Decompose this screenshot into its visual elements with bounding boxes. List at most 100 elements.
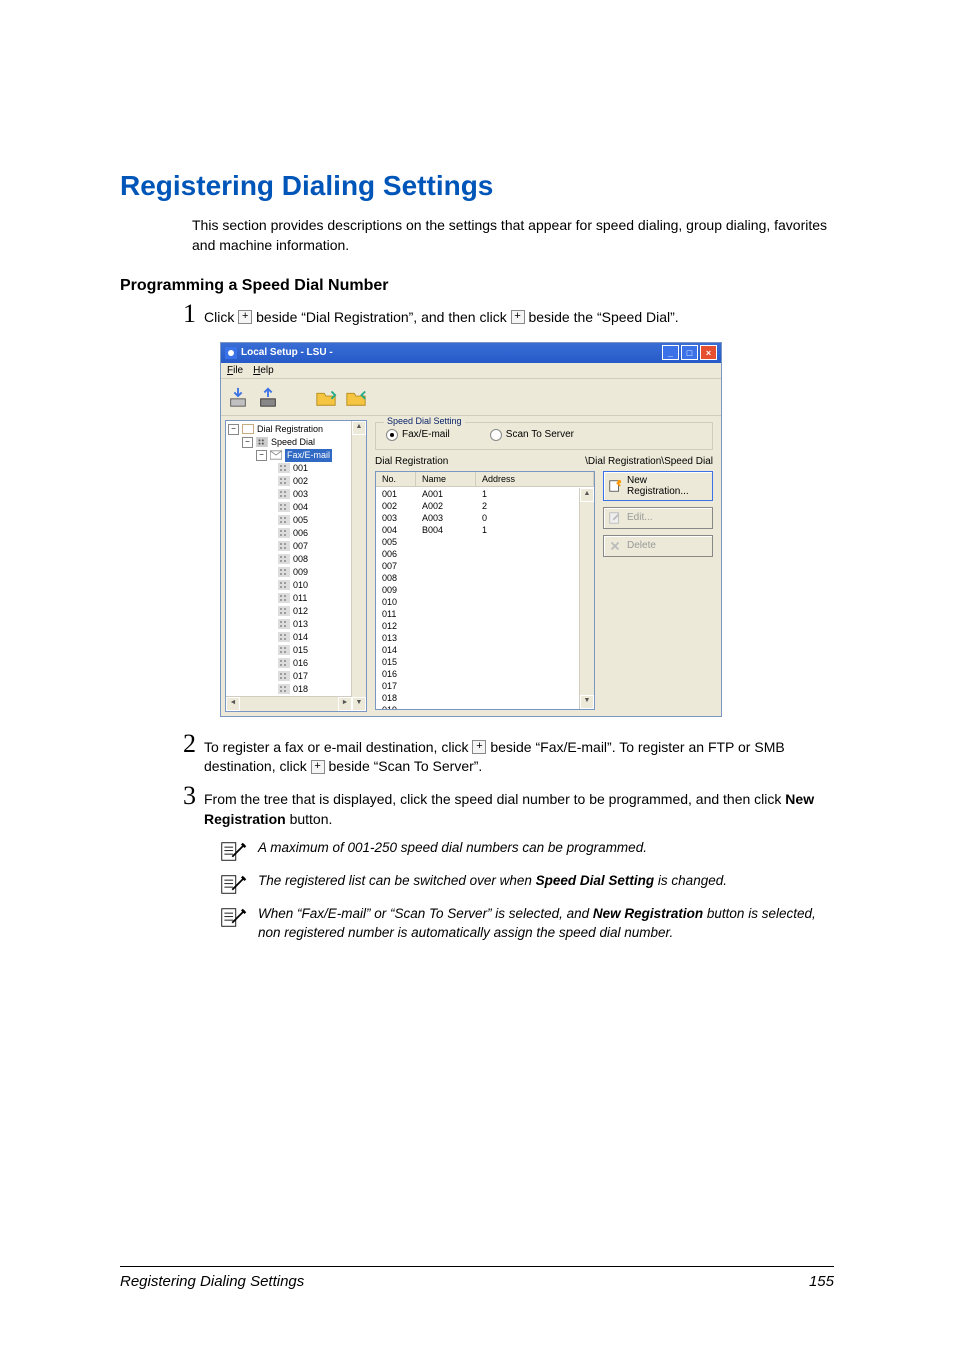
tree-fax-email[interactable]: − Fax/E-mail [228,449,364,462]
cell-no: 013 [376,632,416,644]
tree-item[interactable]: 013 [228,618,364,631]
scroll-down-icon[interactable]: ▼ [352,697,366,711]
download-to-device-icon[interactable] [227,386,249,408]
menu-file[interactable]: File [227,365,243,376]
vertical-scrollbar[interactable]: ▲ ▼ [351,421,366,711]
collapse-icon[interactable]: − [228,424,239,435]
tree-item[interactable]: 005 [228,514,364,527]
list-row[interactable]: 014 [376,644,580,656]
list-row[interactable]: 015 [376,656,580,668]
cell-address: 2 [476,500,580,512]
column-name[interactable]: Name [416,472,476,486]
list-row[interactable]: 012 [376,620,580,632]
folder-in-icon[interactable] [345,386,367,408]
menu-help[interactable]: Help [253,365,274,376]
scroll-up-icon[interactable]: ▲ [352,421,366,435]
cell-no: 008 [376,572,416,584]
list-row[interactable]: 003A0030 [376,512,580,524]
minimize-button[interactable]: _ [662,345,679,360]
text-fragment: From the tree that is displayed, click t… [204,791,785,807]
list-row[interactable]: 017 [376,680,580,692]
tree-item[interactable]: 004 [228,501,364,514]
scroll-left-icon[interactable]: ◄ [226,697,240,711]
collapse-icon[interactable]: − [256,450,267,461]
tree-item[interactable]: 002 [228,475,364,488]
tree-speed-dial[interactable]: − Speed Dial [228,436,364,449]
list-row[interactable]: 002A0022 [376,500,580,512]
tree-item[interactable]: 017 [228,670,364,683]
cell-name [416,644,476,656]
note-text: The registered list can be switched over… [258,872,834,891]
new-registration-button[interactable]: New Registration... [603,471,713,501]
cell-name [416,584,476,596]
cell-no: 012 [376,620,416,632]
tree-item[interactable]: 015 [228,644,364,657]
scroll-down-icon[interactable]: ▼ [580,695,594,709]
list-row[interactable]: 019 [376,704,580,709]
list-row[interactable]: 004B0041 [376,524,580,536]
tree-item[interactable]: 003 [228,488,364,501]
cell-address: 0 [476,512,580,524]
list-row[interactable]: 005 [376,536,580,548]
cell-address [476,704,580,709]
scroll-up-icon[interactable]: ▲ [580,488,594,502]
upload-from-device-icon[interactable] [257,386,279,408]
horizontal-scrollbar[interactable]: ◄ ► [226,696,352,711]
radio-fax-email[interactable]: Fax/E-mail [386,429,450,441]
cell-no: 014 [376,644,416,656]
tree-item-label: 006 [293,527,308,540]
tree-item[interactable]: 014 [228,631,364,644]
scroll-right-icon[interactable]: ► [338,697,352,711]
radio-label: Scan To Server [506,429,574,440]
list-row[interactable]: 001A0011 [376,488,580,500]
tree-item[interactable]: 006 [228,527,364,540]
note-text: A maximum of 001-250 speed dial numbers … [258,839,834,858]
cell-name [416,572,476,584]
list-row[interactable]: 009 [376,584,580,596]
tree-item[interactable]: 016 [228,657,364,670]
collapse-icon[interactable]: − [242,437,253,448]
tree-root[interactable]: − Dial Registration [228,423,364,436]
tree-item[interactable]: 011 [228,592,364,605]
column-no[interactable]: No. [376,472,416,486]
keypad-icon [278,580,290,590]
tree-item-label: 011 [293,592,307,605]
list-row[interactable]: 018 [376,692,580,704]
close-button[interactable]: × [700,345,717,360]
breadcrumb: Dial Registration \Dial Registration\Spe… [375,456,713,467]
list-scrollbar[interactable]: ▲ ▼ [579,488,594,709]
list-row[interactable]: 008 [376,572,580,584]
list-row[interactable]: 011 [376,608,580,620]
column-address[interactable]: Address [476,472,594,486]
tree-item-label: 016 [293,657,308,670]
cell-no: 018 [376,692,416,704]
tree-item[interactable]: 007 [228,540,364,553]
text-bold: New Registration [593,906,703,921]
list-row[interactable]: 016 [376,668,580,680]
cell-name: A001 [416,488,476,500]
tree-item[interactable]: 008 [228,553,364,566]
maximize-button[interactable]: □ [681,345,698,360]
edit-button[interactable]: Edit... [603,507,713,529]
step-1: 1 Click + beside “Dial Registration”, an… [174,301,834,328]
tree-item[interactable]: 001 [228,462,364,475]
folder-out-icon[interactable] [315,386,337,408]
delete-button[interactable]: Delete [603,535,713,557]
book-icon [242,424,254,434]
list-row[interactable]: 010 [376,596,580,608]
list-row[interactable]: 013 [376,632,580,644]
cell-no: 011 [376,608,416,620]
keypad-icon [278,476,290,486]
tree-item-label: 001 [293,462,308,475]
radio-scan-to-server[interactable]: Scan To Server [490,429,574,441]
tree-item[interactable]: 010 [228,579,364,592]
tree-item[interactable]: 012 [228,605,364,618]
list-row[interactable]: 006 [376,548,580,560]
tree-item[interactable]: 009 [228,566,364,579]
tree-item[interactable]: 018 [228,683,364,696]
text-fragment: beside “Scan To Server”. [325,758,483,774]
new-icon [608,479,622,493]
tree-item-label: 013 [293,618,308,631]
list-row[interactable]: 007 [376,560,580,572]
cell-no: 019 [376,704,416,709]
